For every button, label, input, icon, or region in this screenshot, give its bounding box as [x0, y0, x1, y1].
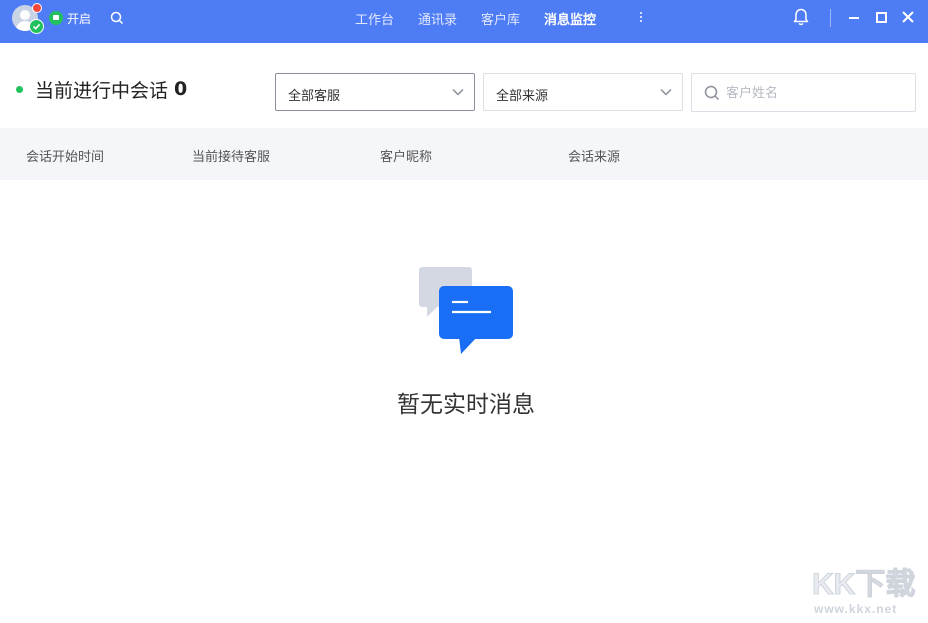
agent-filter-value: 全部客服 [288, 89, 341, 104]
session-label: 当前进行中会话 [35, 79, 169, 102]
chat-status-icon [49, 11, 63, 25]
agent-filter-select[interactable]: 全部客服 [275, 73, 475, 111]
chevron-down-icon [660, 88, 672, 96]
column-session-start-time: 会话开始时间 [26, 150, 105, 165]
source-filter-value: 全部来源 [496, 89, 549, 104]
maximize-icon[interactable] [873, 9, 889, 25]
source-filter-select[interactable]: 全部来源 [483, 73, 683, 111]
watermark-char: 载 [885, 568, 916, 602]
chevron-down-icon [452, 88, 464, 96]
tab-workbench[interactable]: 工作台 [355, 9, 394, 28]
notification-dot [32, 3, 42, 13]
watermark-char: K [812, 568, 835, 602]
watermark-logo-text: K K 下 载 [812, 568, 922, 602]
status-label: 开启 [67, 11, 92, 26]
minimize-icon[interactable] [846, 9, 862, 25]
customer-name-input[interactable] [726, 82, 906, 104]
empty-messages-icon [419, 267, 513, 354]
bell-icon[interactable] [791, 7, 811, 27]
kkx-watermark-logo: K K 下 载 www.kkx.net [812, 568, 922, 620]
status-toggle[interactable]: 开启 [49, 10, 91, 26]
column-session-source: 会话来源 [568, 150, 621, 165]
column-current-agent: 当前接待客服 [192, 150, 271, 165]
avatar-head [20, 10, 30, 20]
tab-contacts[interactable]: 通讯录 [418, 9, 457, 28]
watermark-char: 下 [855, 568, 886, 602]
customer-search-box [691, 73, 916, 112]
close-icon[interactable] [900, 9, 916, 25]
watermark-url: www.kkx.net [814, 602, 898, 616]
empty-state-message: 暂无实时消息 [397, 392, 535, 418]
column-customer-nickname: 客户昵称 [380, 150, 433, 165]
online-check-icon [29, 19, 44, 34]
active-indicator-dot [16, 85, 23, 93]
titlebar-divider [830, 9, 831, 27]
tab-customers[interactable]: 客户库 [481, 9, 520, 28]
more-vertical-icon[interactable] [636, 10, 646, 26]
search-icon [704, 85, 720, 101]
title-bar: 开启 工作台 通讯录 客户库 消息监控 [0, 0, 928, 43]
active-sessions-title: 当前进行中会话 0 [16, 76, 187, 102]
table-header: 会话开始时间 当前接待客服 客户昵称 会话来源 [0, 128, 928, 180]
nav-tabs: 工作台 通讯录 客户库 消息监控 [355, 0, 620, 36]
session-count: 0 [174, 78, 188, 100]
search-icon[interactable] [109, 10, 125, 26]
watermark-char: K [833, 568, 856, 602]
tab-message-monitor[interactable]: 消息监控 [544, 9, 596, 28]
